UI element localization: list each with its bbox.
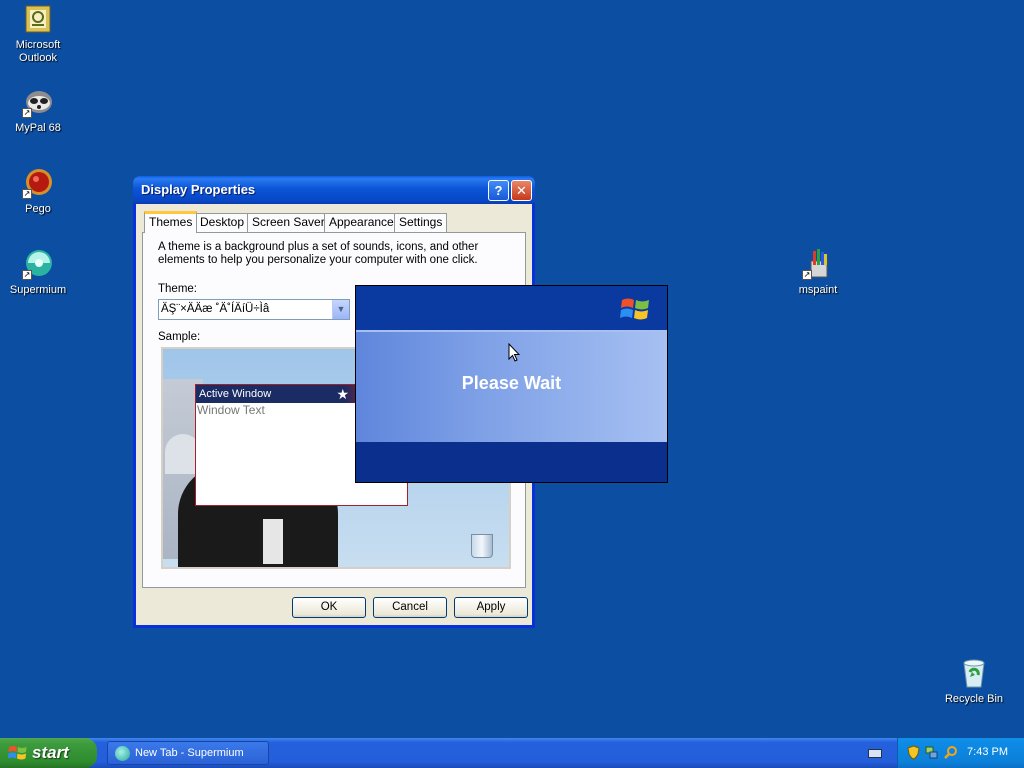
please-wait-splash: Please Wait [355, 285, 668, 483]
sample-recycle-bin-icon [465, 531, 501, 559]
desktop-icon-label: mspaint [798, 284, 838, 296]
close-icon: ✕ [516, 183, 527, 198]
desktop-icon-label: Pego [25, 203, 51, 215]
shortcut-arrow-icon: ↗ [22, 270, 32, 280]
desktop-icon-mypal[interactable]: ↗ MyPal 68 [0, 86, 76, 135]
desktop-icon-label: Recycle Bin [944, 693, 1004, 705]
desktop-icon-supermium[interactable]: ↗ Supermium [0, 248, 76, 297]
cancel-button[interactable]: Cancel [373, 597, 447, 618]
window-title: Display Properties [141, 182, 256, 197]
shortcut-arrow-icon: ↗ [22, 108, 32, 118]
desktop-icon-recycle-bin[interactable]: Recycle Bin [936, 657, 1012, 706]
paint-icon: ↗ [802, 248, 834, 280]
taskbar: start New Tab - Supermium 7:43 PM [0, 738, 1024, 768]
splash-top-band [356, 286, 667, 330]
supermium-icon: ↗ [22, 248, 54, 280]
window-titlebar[interactable]: Display Properties ? ✕ [133, 176, 535, 204]
desktop-icon-pego[interactable]: ↗ Pego [0, 167, 76, 216]
taskbar-item-supermium[interactable]: New Tab - Supermium [107, 741, 269, 765]
desktop-icon-label: Supermium [9, 284, 67, 296]
outlook-icon [22, 3, 54, 35]
help-button[interactable]: ? [488, 180, 509, 201]
tab-themes[interactable]: Themes [144, 211, 198, 233]
system-tray: 7:43 PM [897, 738, 1024, 768]
sample-label: Sample: [158, 331, 201, 343]
search-icon[interactable] [943, 745, 958, 760]
desktop-icon-label: Microsoft Outlook [15, 39, 61, 64]
desktop-icon-label: MyPal 68 [15, 122, 61, 134]
theme-description: A theme is a background plus a set of so… [158, 241, 479, 266]
question-icon: ? [494, 183, 503, 198]
taskbar-item-label: New Tab - Supermium [135, 747, 244, 759]
recycle-bin-icon [958, 657, 990, 689]
mouse-cursor-icon [508, 343, 520, 362]
theme-label: Theme: [158, 283, 197, 295]
sample-window-title: Active Window [199, 388, 272, 400]
shortcut-arrow-icon: ↗ [22, 189, 32, 199]
desktop-icon-mspaint[interactable]: ↗ mspaint [780, 248, 856, 297]
pego-icon: ↗ [22, 167, 54, 199]
keyboard-icon[interactable] [868, 749, 882, 758]
apply-button[interactable]: Apply [454, 597, 528, 618]
tab-appearance[interactable]: Appearance [324, 213, 399, 232]
network-icon[interactable] [924, 745, 939, 760]
ok-button[interactable]: OK [292, 597, 366, 618]
star-icon: ★ [336, 386, 349, 402]
desktop-icon-outlook[interactable]: Microsoft Outlook [0, 3, 76, 65]
close-button[interactable]: ✕ [511, 180, 532, 201]
please-wait-message: Please Wait [461, 373, 562, 393]
theme-dropdown[interactable]: ÄŞ¨×ÄÄæ ˚Ä˚ÍÄíÜ÷Ìâ ▼ [158, 299, 350, 320]
shirt-detail [263, 519, 283, 564]
clock[interactable]: 7:43 PM [967, 746, 1008, 758]
chevron-down-icon[interactable]: ▼ [332, 300, 349, 319]
shortcut-arrow-icon: ↗ [802, 270, 812, 280]
tab-screen-saver[interactable]: Screen Saver [247, 213, 330, 232]
raccoon-icon: ↗ [22, 86, 54, 118]
supermium-icon [115, 746, 130, 761]
start-button[interactable]: start [0, 738, 97, 768]
tab-desktop[interactable]: Desktop [195, 213, 250, 232]
windows-logo-icon [620, 298, 649, 320]
start-label: start [32, 743, 69, 762]
security-shield-icon[interactable] [906, 745, 921, 760]
windows-logo-icon [8, 746, 27, 760]
tab-settings[interactable]: Settings [394, 213, 448, 232]
theme-dropdown-value: ÄŞ¨×ÄÄæ ˚Ä˚ÍÄíÜ÷Ìâ [161, 303, 270, 315]
